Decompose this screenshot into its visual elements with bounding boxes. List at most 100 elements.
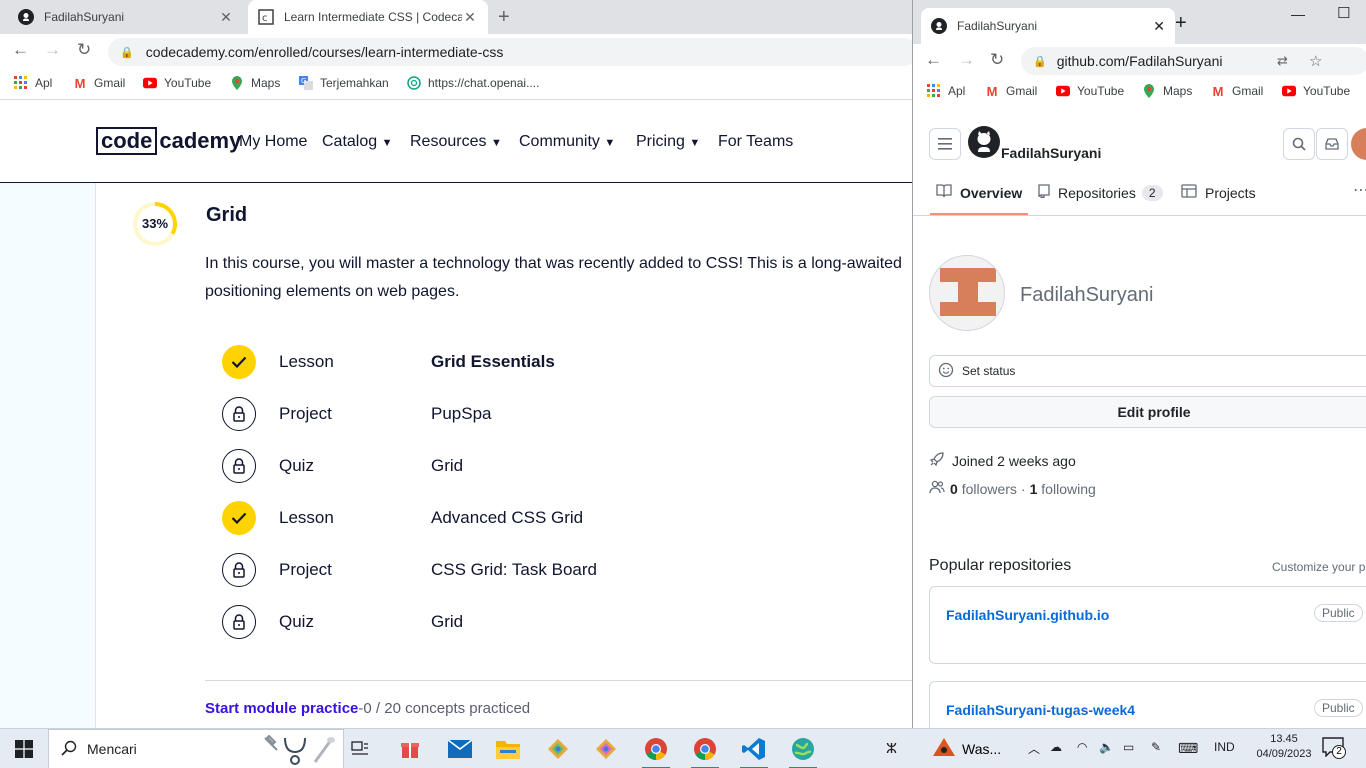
taskbar-search-input[interactable]: Mencari bbox=[48, 729, 344, 768]
volume-icon[interactable]: 🔈 bbox=[1099, 740, 1114, 754]
windows-start-icon[interactable] bbox=[0, 729, 48, 768]
profile-avatar[interactable] bbox=[929, 255, 1005, 331]
reload-icon[interactable]: ↻ bbox=[990, 50, 1004, 70]
item-type: Quiz bbox=[279, 456, 314, 475]
tab-codecademy[interactable]: c Learn Intermediate CSS | Codecademy ✕ bbox=[248, 0, 488, 34]
gmail-icon: M bbox=[74, 75, 86, 91]
bookmark-maps[interactable]: Maps bbox=[230, 76, 280, 90]
tab-github-profile[interactable]: FadilahSuryani ✕ bbox=[8, 0, 244, 34]
item-name[interactable]: Grid bbox=[431, 456, 463, 476]
task-view-icon[interactable] bbox=[344, 729, 376, 768]
repo-name-link[interactable]: FadilahSuryani.github.io bbox=[946, 607, 1109, 623]
tab-repositories[interactable]: Repositories 2 bbox=[1038, 184, 1163, 201]
bookmark-apps[interactable]: Apl bbox=[14, 76, 52, 90]
header-username[interactable]: FadilahSuryani bbox=[1001, 145, 1101, 161]
gift-app-icon[interactable] bbox=[392, 729, 428, 768]
hamburger-menu-icon[interactable] bbox=[929, 128, 961, 160]
customize-pins-link[interactable]: Customize your pins bbox=[1272, 560, 1366, 574]
people-icon[interactable]: ⵣ bbox=[886, 740, 897, 757]
back-icon[interactable]: ← bbox=[925, 50, 942, 70]
bookmark-chatgpt[interactable]: https://chat.openai.... bbox=[407, 76, 539, 90]
close-tab-icon[interactable]: ✕ bbox=[1153, 18, 1165, 35]
pen-icon[interactable]: ✎ bbox=[1151, 740, 1161, 754]
set-status-button[interactable]: Set status bbox=[929, 355, 1366, 387]
openai-icon bbox=[407, 76, 421, 90]
maximize-icon[interactable]: ☐ bbox=[1337, 4, 1350, 22]
module-item-row[interactable]: Project PupSpa bbox=[222, 394, 912, 434]
notification-center-icon[interactable]: 2 bbox=[1322, 737, 1348, 761]
github-logo-icon[interactable] bbox=[968, 126, 1000, 163]
notification-app[interactable]: Was... bbox=[932, 729, 1022, 768]
repo-name-link[interactable]: FadilahSuryani-tugas-week4 bbox=[946, 702, 1135, 718]
vscode-icon[interactable] bbox=[732, 729, 776, 768]
bookmark-youtube[interactable]: YouTube bbox=[1056, 84, 1124, 98]
nav-community[interactable]: Community ▼ bbox=[519, 133, 615, 151]
close-tab-icon[interactable]: ✕ bbox=[218, 9, 234, 26]
bookmark-apps[interactable]: Apl bbox=[927, 84, 965, 98]
clock[interactable]: 13.45 04/09/2023 bbox=[1256, 732, 1312, 762]
bookmark-star-icon[interactable]: ☆ bbox=[1309, 52, 1322, 70]
new-tab-icon[interactable]: + bbox=[498, 6, 510, 29]
translate-page-icon[interactable]: ⇄ bbox=[1277, 53, 1288, 69]
module-item-row[interactable]: Lesson Grid Essentials bbox=[222, 342, 912, 382]
search-icon[interactable] bbox=[1283, 128, 1315, 160]
module-item-row[interactable]: Quiz Grid bbox=[222, 602, 912, 642]
mail-app-icon[interactable] bbox=[440, 729, 480, 768]
app-diamond-icon[interactable] bbox=[538, 729, 578, 768]
module-item-row[interactable]: Quiz Grid bbox=[222, 446, 912, 486]
more-icon[interactable]: ⋯ bbox=[1353, 180, 1366, 200]
tab-overview[interactable]: Overview bbox=[936, 184, 1022, 201]
module-item-row[interactable]: Project CSS Grid: Task Board bbox=[222, 550, 912, 590]
chevron-up-icon[interactable]: ︿ bbox=[1028, 740, 1040, 757]
bookmark-youtube[interactable]: YouTube bbox=[1282, 84, 1350, 98]
back-icon[interactable]: ← bbox=[12, 40, 29, 60]
bookmark-gmail[interactable]: M Gmail bbox=[73, 75, 126, 91]
nav-my-home[interactable]: My Home bbox=[239, 133, 307, 151]
item-name[interactable]: CSS Grid: Task Board bbox=[431, 560, 597, 580]
nav-catalog[interactable]: Catalog ▼ bbox=[322, 133, 393, 151]
bookmark-youtube[interactable]: YouTube bbox=[143, 76, 211, 90]
item-name[interactable]: Grid bbox=[431, 612, 463, 632]
codecademy-logo[interactable]: code cademy bbox=[96, 127, 241, 155]
bookmark-translate[interactable]: G Terjemahkan bbox=[299, 76, 389, 90]
forward-icon[interactable]: → bbox=[44, 40, 61, 60]
minimize-icon[interactable]: — bbox=[1291, 6, 1305, 22]
nav-pricing[interactable]: Pricing ▼ bbox=[636, 133, 700, 151]
reload-icon[interactable]: ↻ bbox=[77, 40, 91, 60]
bookmark-gmail[interactable]: M Gmail bbox=[1211, 83, 1264, 99]
item-name[interactable]: PupSpa bbox=[431, 404, 492, 424]
language-indicator[interactable]: IND bbox=[1214, 740, 1235, 754]
inbox-icon[interactable] bbox=[1316, 128, 1348, 160]
chrome-icon[interactable] bbox=[634, 729, 678, 768]
item-name[interactable]: Advanced CSS Grid bbox=[431, 508, 583, 528]
new-tab-icon[interactable]: + bbox=[1175, 12, 1187, 35]
nav-for-teams[interactable]: For Teams bbox=[718, 133, 793, 151]
tab-github-profile[interactable]: FadilahSuryani ✕ bbox=[921, 8, 1175, 44]
chrome-profile-icon[interactable] bbox=[683, 729, 727, 768]
file-explorer-icon[interactable] bbox=[488, 729, 528, 768]
forward-icon[interactable]: → bbox=[958, 50, 975, 70]
module-item-row[interactable]: Lesson Advanced CSS Grid bbox=[222, 498, 912, 538]
edit-profile-button[interactable]: Edit profile bbox=[929, 396, 1366, 428]
nav-resources[interactable]: Resources ▼ bbox=[410, 133, 502, 151]
bookmark-maps[interactable]: Maps bbox=[1142, 84, 1192, 98]
following-link[interactable]: 1 following bbox=[1030, 481, 1096, 497]
item-name[interactable]: Grid Essentials bbox=[431, 352, 555, 372]
tab-projects[interactable]: Projects bbox=[1181, 184, 1256, 201]
battery-icon[interactable]: ▭ bbox=[1123, 740, 1134, 754]
address-bar[interactable]: 🔒 codecademy.com/enrolled/courses/learn-… bbox=[108, 38, 918, 66]
cloud-sync-icon[interactable]: ☁ bbox=[1050, 740, 1062, 754]
bookmark-gmail[interactable]: M Gmail bbox=[985, 84, 1038, 99]
user-avatar-menu[interactable] bbox=[1351, 128, 1366, 160]
address-bar[interactable]: 🔒 github.com/FadilahSuryani ⇄ ☆ bbox=[1021, 47, 1366, 75]
gmail-icon: M bbox=[1212, 83, 1224, 99]
close-tab-icon[interactable]: ✕ bbox=[462, 9, 478, 26]
app-diamond-icon[interactable] bbox=[586, 729, 626, 768]
followers-link[interactable]: 0 followers bbox=[950, 481, 1017, 497]
keyboard-icon[interactable]: ⌨ bbox=[1178, 740, 1198, 757]
lock-icon bbox=[222, 553, 256, 587]
globe-app-icon[interactable] bbox=[781, 729, 825, 768]
tab-label: Overview bbox=[960, 184, 1023, 201]
start-practice-link[interactable]: Start module practice bbox=[205, 700, 358, 717]
wifi-icon[interactable]: ◠ bbox=[1077, 740, 1087, 754]
